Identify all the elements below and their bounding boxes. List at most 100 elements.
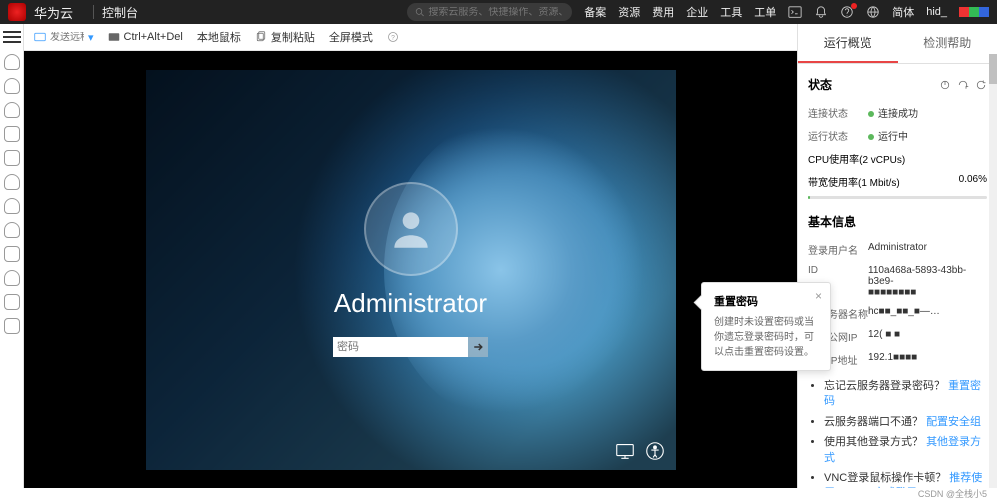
remote-command[interactable]: ▾ (34, 31, 94, 44)
id-value: 110a468a-5893-43bb-b3e9- (868, 265, 966, 287)
cpu-label: CPU使用率(2 vCPUs) (808, 151, 905, 166)
help-toolbar-icon[interactable]: ? (387, 31, 399, 43)
sidebar-service-7[interactable] (4, 198, 20, 214)
paste-label: 复制粘贴 (271, 29, 315, 45)
user-label: 登录用户名 (808, 242, 868, 257)
chevron-down-icon[interactable]: ▾ (88, 31, 94, 44)
bw-value: 0.06% (959, 174, 987, 189)
vnc-toolbar: ▾ Ctrl+Alt+Del 本地鼠标 复制粘贴 全屏模式 ? (24, 24, 797, 51)
huawei-logo (8, 3, 26, 21)
password-submit-button[interactable] (468, 337, 488, 357)
sidebar-service-11[interactable] (4, 294, 20, 310)
nav-tools[interactable]: 工具 (720, 4, 742, 20)
nav-user[interactable]: hid_ (926, 6, 947, 18)
scrollbar-thumb[interactable] (989, 54, 997, 84)
watermark: CSDN @全栈小5 (0, 488, 997, 500)
run-value: 运行中 (878, 132, 908, 143)
tab-diagnosis[interactable]: 检测帮助 (898, 24, 997, 63)
refresh-icon[interactable] (957, 79, 969, 91)
ease-of-access (614, 440, 666, 462)
conn-value: 连接成功 (878, 109, 918, 120)
menu-icon[interactable] (3, 28, 21, 46)
eip-value: 12( ■ ■ (868, 329, 987, 344)
status-dot-icon (868, 134, 874, 140)
run-status-row: 运行状态 运行中 (808, 124, 987, 147)
tooltip-text: 创建时未设置密码或当你遗忘登录密码时，可以点击重置密码设置。 (714, 315, 818, 360)
ctrl-alt-del-button[interactable]: Ctrl+Alt+Del (108, 31, 183, 43)
tooltip-close-icon[interactable]: × (815, 289, 822, 303)
local-cursor-button[interactable]: 本地鼠标 (197, 29, 241, 45)
nav-enterprise[interactable]: 企业 (686, 4, 708, 20)
help-icon[interactable] (840, 5, 854, 19)
windows-lock-screen: Administrator (146, 70, 676, 470)
divider (93, 5, 94, 19)
power-icon[interactable] (939, 79, 951, 91)
bw-row: 带宽使用率(1 Mbit/s) 0.06% (808, 170, 987, 193)
right-panel: 运行概览 检测帮助 状态 连接状态 连接成功 运行状态 运行中 CPU使 (797, 24, 997, 488)
panel-tabs: 运行概览 检测帮助 (798, 24, 997, 64)
notification-icon[interactable] (814, 5, 828, 19)
search-icon (415, 7, 424, 17)
nav-resources[interactable]: 资源 (618, 4, 640, 20)
conn-status-row: 连接状态 连接成功 (808, 101, 987, 124)
status-title: 状态 (808, 76, 832, 93)
top-nav: 备案 资源 费用 企业 工具 工单 简体 hid_ (584, 4, 989, 20)
user-value: Administrator (868, 242, 987, 257)
basic-heading: 基本信息 (808, 213, 987, 230)
faq-list: 忘记云服务器登录密码？ 重置密码 云服务器端口不通？ 配置安全组 使用其他登录方… (808, 379, 987, 488)
accessibility-icon[interactable] (644, 440, 666, 462)
faq-item: 云服务器端口不通？ 配置安全组 (824, 415, 987, 430)
lock-username: Administrator (334, 288, 487, 319)
remote-command-input[interactable] (50, 32, 84, 43)
user-avatar (364, 182, 458, 276)
tab-overview[interactable]: 运行概览 (798, 24, 898, 63)
nav-tickets[interactable]: 工单 (754, 4, 776, 20)
sidebar-service-12[interactable] (4, 318, 20, 334)
sidebar-service-6[interactable] (4, 174, 20, 190)
reload-icon[interactable] (975, 79, 987, 91)
svg-text:?: ? (391, 34, 395, 41)
cpu-row: CPU使用率(2 vCPUs) (808, 147, 987, 170)
left-sidebar (0, 24, 24, 488)
status-heading: 状态 (808, 76, 987, 93)
nav-lang[interactable]: 简体 (892, 4, 914, 20)
console-link[interactable]: 控制台 (102, 4, 138, 21)
faq-item: 使用其他登录方式？ 其他登录方式 (824, 435, 987, 466)
password-input[interactable] (333, 337, 468, 357)
name-value: hc■■_■■_■—… (868, 306, 987, 321)
cloudshell-icon[interactable] (788, 5, 802, 19)
fullscreen-button[interactable]: 全屏模式 (329, 29, 373, 45)
sidebar-service-3[interactable] (4, 102, 20, 118)
status-dot-icon (868, 111, 874, 117)
top-header: 华为云 控制台 备案 资源 费用 企业 工具 工单 简体 hid_ (0, 0, 997, 24)
password-row (333, 337, 488, 357)
copy-paste-button[interactable]: 复制粘贴 (255, 29, 315, 45)
sidebar-service-9[interactable] (4, 246, 20, 262)
nav-fees[interactable]: 费用 (652, 4, 674, 20)
faq-item: 忘记云服务器登录密码？ 重置密码 (824, 379, 987, 410)
search-input[interactable] (428, 7, 564, 18)
header-search[interactable] (407, 3, 572, 21)
sidebar-service-8[interactable] (4, 222, 20, 238)
sidebar-service-4[interactable] (4, 126, 20, 142)
scrollbar[interactable] (989, 54, 997, 488)
sidebar-service-10[interactable] (4, 270, 20, 286)
link-secgroup[interactable]: 配置安全组 (926, 416, 981, 428)
tooltip-title: 重置密码 (714, 293, 818, 309)
cad-label: Ctrl+Alt+Del (124, 31, 183, 43)
globe-icon[interactable] (866, 5, 880, 19)
vnc-screen[interactable]: Administrator (24, 51, 797, 488)
vnc-container: ▾ Ctrl+Alt+Del 本地鼠标 复制粘贴 全屏模式 ? Administ… (24, 24, 797, 488)
pip-value: 192.1■■■■ (868, 352, 987, 367)
nav-beian[interactable]: 备案 (584, 4, 606, 20)
sidebar-service-5[interactable] (4, 150, 20, 166)
run-label: 运行状态 (808, 128, 868, 143)
bw-progress (808, 196, 987, 199)
sidebar-service-1[interactable] (4, 54, 20, 70)
sidebar-service-2[interactable] (4, 78, 20, 94)
conn-label: 连接状态 (808, 105, 868, 120)
network-icon[interactable] (614, 440, 636, 462)
bw-label: 带宽使用率(1 Mbit/s) (808, 174, 900, 189)
panel-body: 状态 连接状态 连接成功 运行状态 运行中 CPU使用率(2 vCPUs) 带宽… (798, 64, 997, 488)
reset-password-tooltip: × 重置密码 创建时未设置密码或当你遗忘登录密码时，可以点击重置密码设置。 (701, 282, 831, 371)
